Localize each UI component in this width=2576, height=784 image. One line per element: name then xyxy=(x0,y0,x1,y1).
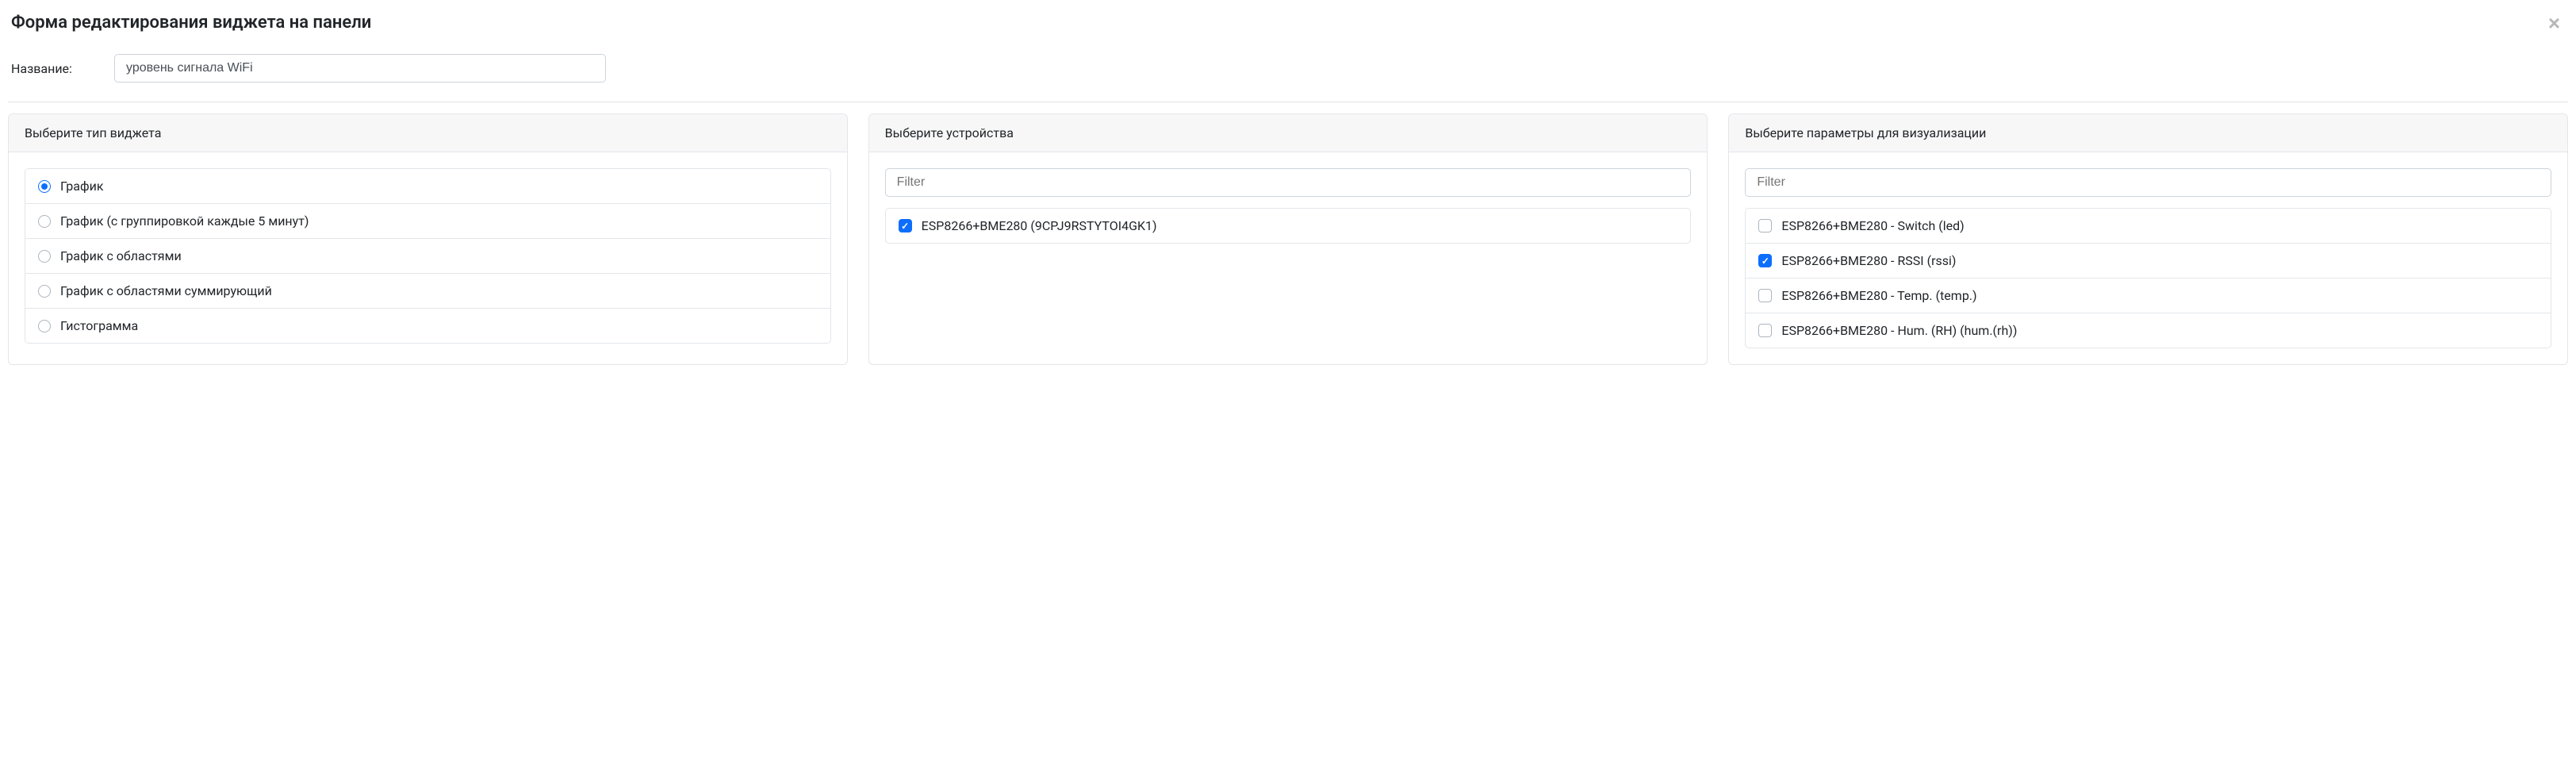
widget-type-option-label: График xyxy=(60,179,103,194)
radio-icon xyxy=(38,285,51,298)
checkbox-icon xyxy=(1758,324,1772,337)
param-item[interactable]: ESP8266+BME280 - Temp. (temp.) xyxy=(1746,279,2551,313)
param-item[interactable]: ESP8266+BME280 - Hum. (RH) (hum.(rh)) xyxy=(1746,313,2551,348)
close-button[interactable]: × xyxy=(2548,13,2560,33)
radio-icon xyxy=(38,180,51,193)
name-row: Название: xyxy=(0,46,2576,98)
devices-panel: Выберите устройства ESP8266+BME280 (9CPJ… xyxy=(868,113,1708,365)
widget-type-option-label: График с областями суммирующий xyxy=(60,283,272,298)
devices-panel-header: Выберите устройства xyxy=(869,114,1708,152)
checkbox-icon xyxy=(1758,219,1772,233)
devices-list: ESP8266+BME280 (9CPJ9RSTYTOI4GK1) xyxy=(885,208,1692,244)
checkbox-icon xyxy=(1758,254,1772,267)
widget-type-list: График График (с группировкой каждые 5 м… xyxy=(25,168,831,344)
device-item-label: ESP8266+BME280 (9CPJ9RSTYTOI4GK1) xyxy=(922,218,1157,233)
radio-icon xyxy=(38,215,51,228)
param-item-label: ESP8266+BME280 - RSSI (rssi) xyxy=(1781,253,1956,268)
widget-type-option[interactable]: График с областями суммирующий xyxy=(25,274,830,309)
widget-type-panel-header: Выберите тип виджета xyxy=(9,114,847,152)
params-list: ESP8266+BME280 - Switch (led) ESP8266+BM… xyxy=(1745,208,2551,348)
panels-container: Выберите тип виджета График График (с гр… xyxy=(0,113,2576,365)
param-item[interactable]: ESP8266+BME280 - Switch (led) xyxy=(1746,209,2551,244)
widget-type-panel: Выберите тип виджета График График (с гр… xyxy=(8,113,848,365)
param-item-label: ESP8266+BME280 - Temp. (temp.) xyxy=(1781,288,1976,303)
param-item-label: ESP8266+BME280 - Hum. (RH) (hum.(rh)) xyxy=(1781,323,2017,338)
params-panel-body: ESP8266+BME280 - Switch (led) ESP8266+BM… xyxy=(1729,152,2567,364)
param-item-label: ESP8266+BME280 - Switch (led) xyxy=(1781,218,1964,233)
widget-type-option-label: Гистограмма xyxy=(60,318,138,333)
modal-header: Форма редактирования виджета на панели × xyxy=(0,0,2576,46)
widget-type-option-label: График с областями xyxy=(60,248,182,263)
params-filter-input[interactable] xyxy=(1745,168,2551,197)
name-label: Название: xyxy=(11,61,114,76)
widget-type-panel-body: График График (с группировкой каждые 5 м… xyxy=(9,152,847,359)
close-icon: × xyxy=(2548,11,2560,35)
params-panel: Выберите параметры для визуализации ESP8… xyxy=(1728,113,2568,365)
modal-title: Форма редактирования виджета на панели xyxy=(11,13,371,33)
devices-panel-body: ESP8266+BME280 (9CPJ9RSTYTOI4GK1) xyxy=(869,152,1708,259)
name-input[interactable] xyxy=(114,54,606,83)
device-item[interactable]: ESP8266+BME280 (9CPJ9RSTYTOI4GK1) xyxy=(886,209,1691,243)
checkbox-icon xyxy=(1758,289,1772,302)
widget-type-option[interactable]: График с областями xyxy=(25,239,830,274)
widget-type-option-label: График (с группировкой каждые 5 минут) xyxy=(60,213,309,229)
devices-filter-input[interactable] xyxy=(885,168,1692,197)
widget-type-option[interactable]: График (с группировкой каждые 5 минут) xyxy=(25,204,830,239)
params-panel-header: Выберите параметры для визуализации xyxy=(1729,114,2567,152)
radio-icon xyxy=(38,250,51,263)
widget-type-option[interactable]: График xyxy=(25,169,830,204)
param-item[interactable]: ESP8266+BME280 - RSSI (rssi) xyxy=(1746,244,2551,279)
radio-icon xyxy=(38,320,51,332)
checkbox-icon xyxy=(899,219,912,233)
widget-type-option[interactable]: Гистограмма xyxy=(25,309,830,343)
